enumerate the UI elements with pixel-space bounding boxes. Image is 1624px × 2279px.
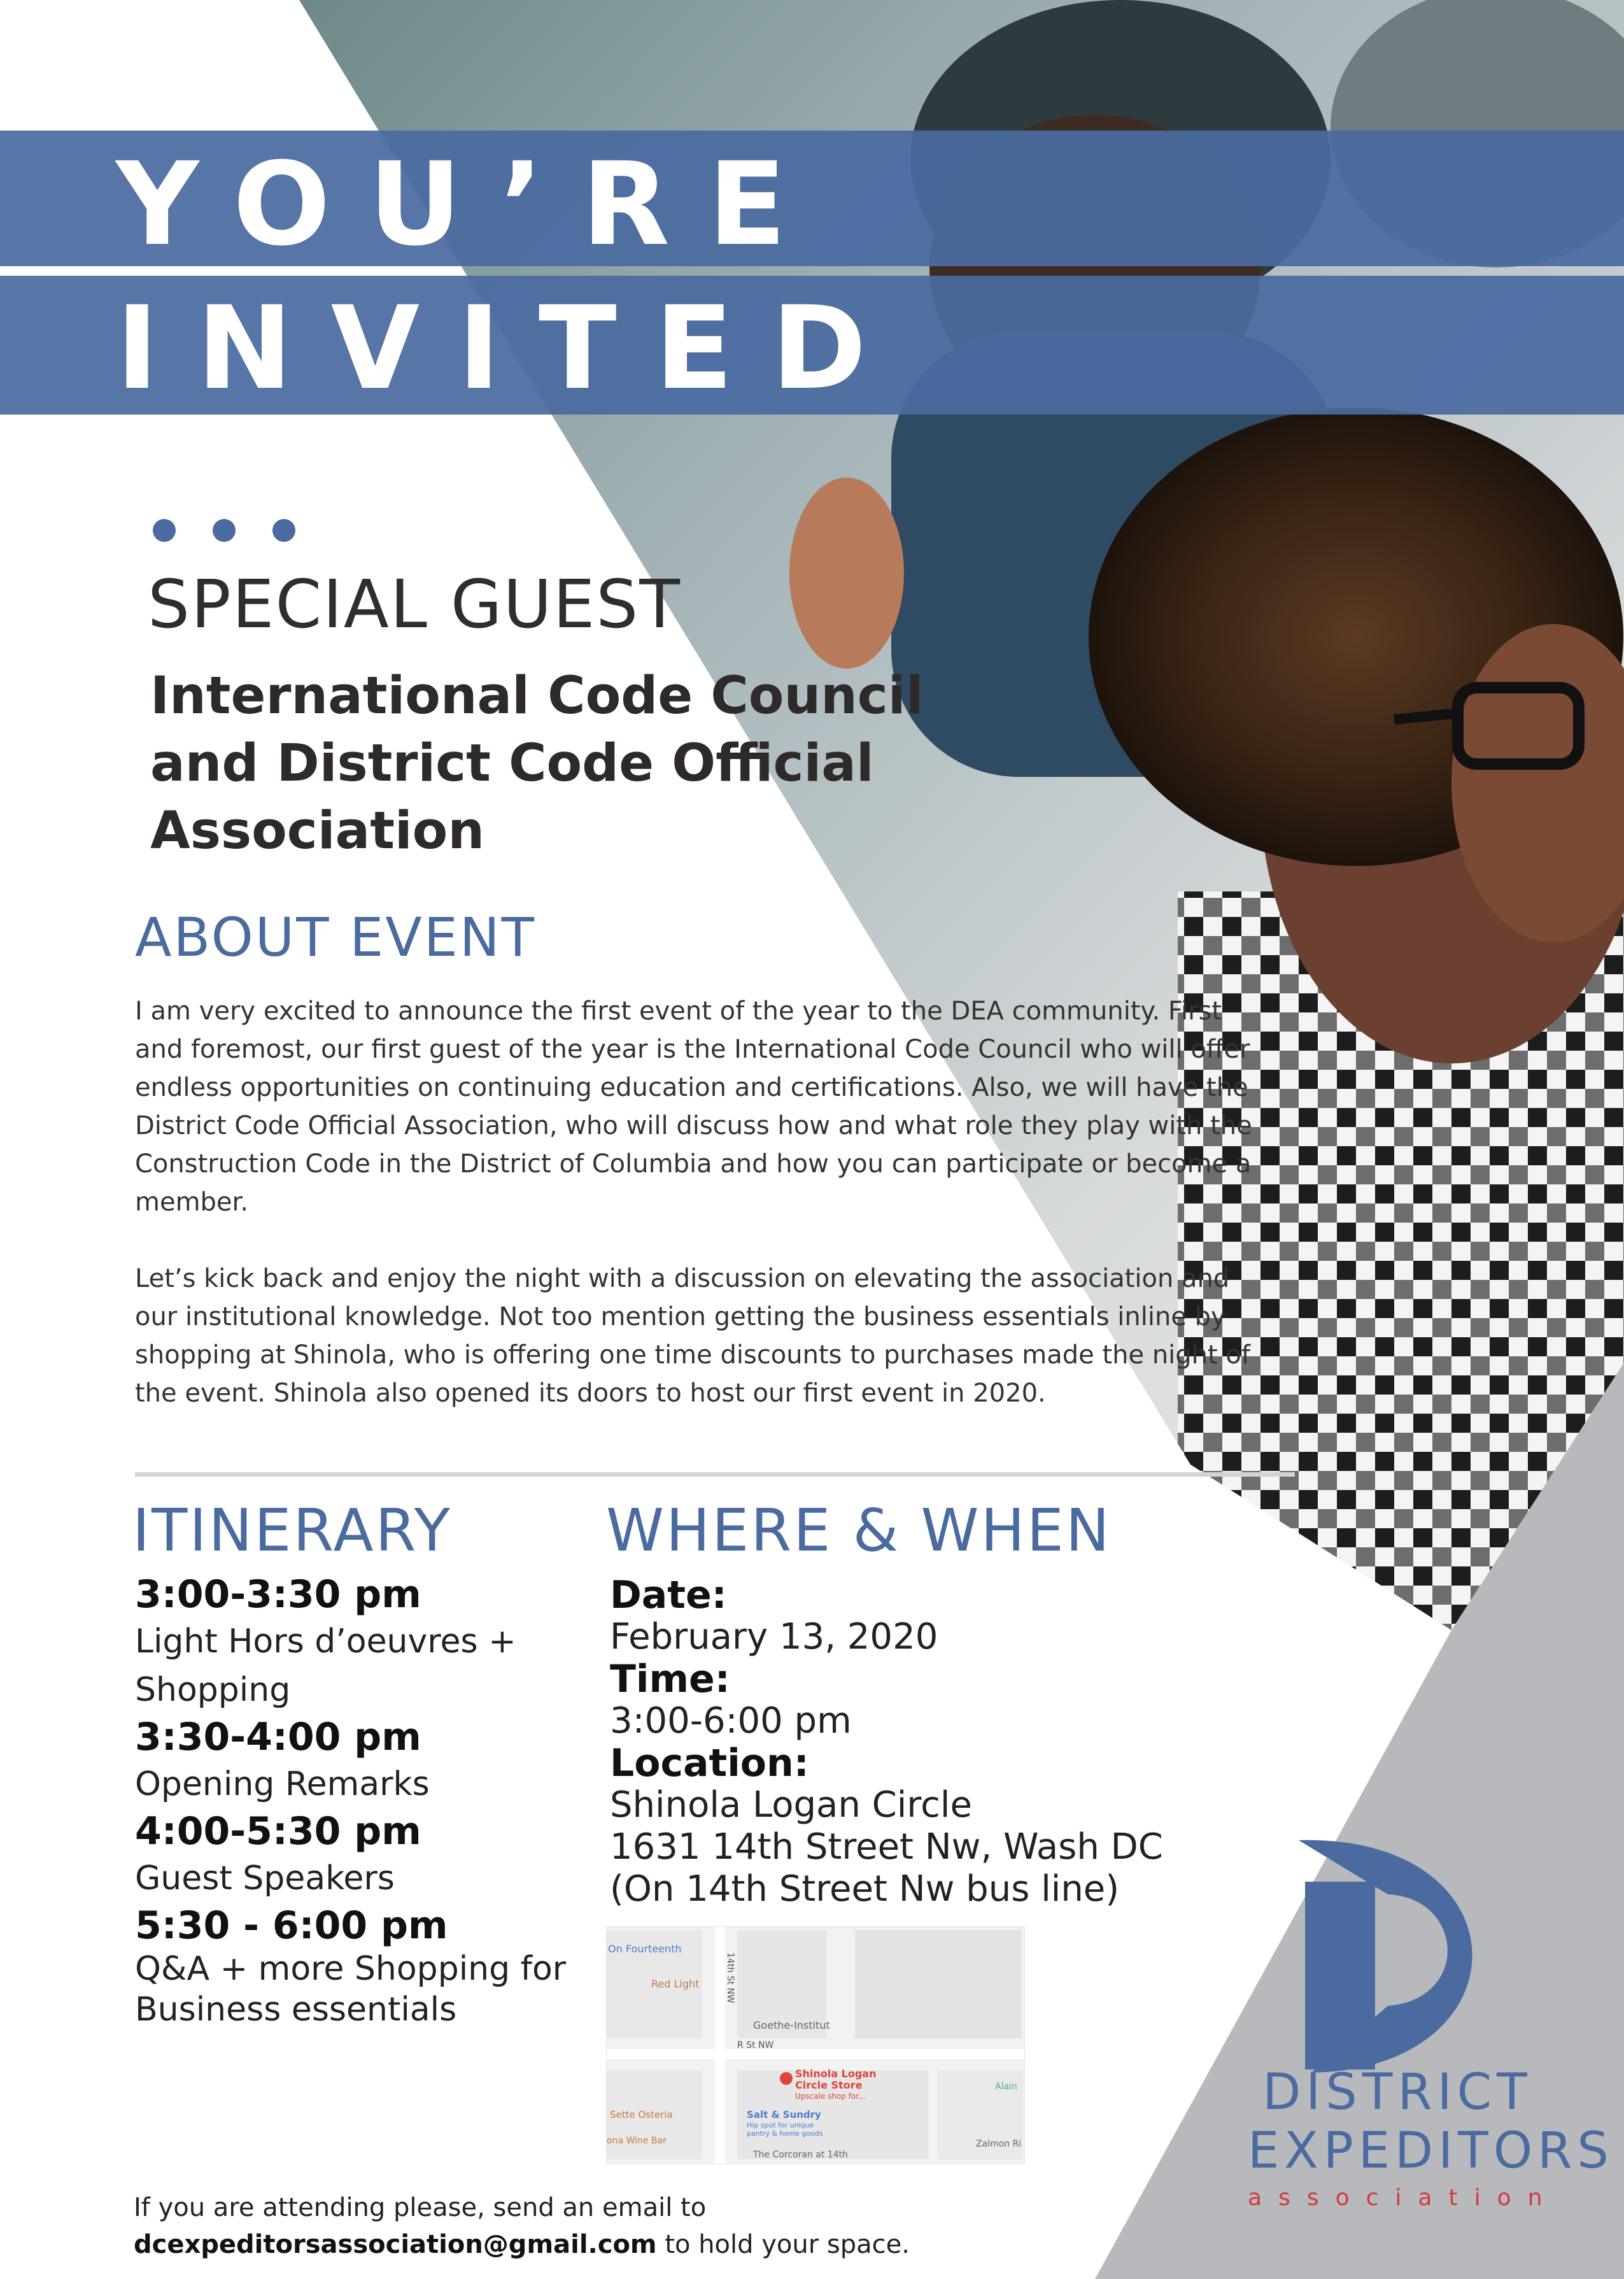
about-paragraph: Let’s kick back and enjoy the night with… (135, 1264, 1250, 1408)
time-value: 3:00-6:00 pm (610, 1700, 852, 1742)
map-label: Sette Osteria (610, 2109, 673, 2120)
map-label: R St NW (737, 2040, 773, 2050)
map-graphic: On Fourteenth Red Light 14th St NW Goeth… (607, 1927, 1024, 2164)
map-label: Alain (995, 2082, 1017, 2092)
map-label: pantry & home goods (747, 2129, 823, 2138)
map-label: Upscale shop for... (795, 2092, 866, 2101)
map-label: Circle Store (795, 2079, 863, 2091)
rsvp-email-link[interactable]: dcexpeditorsassociation@gmail.com (134, 2230, 657, 2259)
itinerary-time: 5:30 - 6:00 pm (135, 1903, 448, 1948)
transit-note: (On 14th Street Nw bus line) (610, 1868, 1120, 1910)
rsvp-line-2: dcexpeditorsassociation@gmail.com to hol… (134, 2226, 910, 2263)
dot-icon (272, 519, 295, 542)
about-paragraph: I am very excited to announce the first … (135, 997, 1252, 1217)
itinerary-time: 4:00-5:30 pm (135, 1809, 421, 1854)
map-label: ona Wine Bar (607, 2136, 667, 2146)
map-label: The Corcoran at 14th (752, 2150, 848, 2160)
itinerary-list: 3:00-3:30 pm Light Hors d’oeuvres + Shop… (135, 1572, 568, 2030)
itinerary-desc: Light Hors d’oeuvres + Shopping (135, 1622, 516, 1709)
map-label: 14th St NW (725, 1952, 735, 2003)
itinerary-desc: Guest Speakers (135, 1859, 395, 1898)
map-label: On Fourteenth (608, 1943, 681, 1955)
map-label: Zalmon Ri (976, 2139, 1021, 2149)
itinerary-heading: ITINERARY (132, 1496, 452, 1565)
itinerary-desc: Q&A + more Shopping for Business essenti… (135, 1950, 567, 2029)
logo-line-1: DISTRICT (1262, 2064, 1532, 2121)
logo-line-3: association (1248, 2185, 1559, 2211)
rsvp-line-2-rest: to hold your space. (656, 2230, 910, 2259)
date-value: February 13, 2020 (610, 1616, 938, 1658)
about-heading: ABOUT EVENT (135, 906, 536, 969)
map-label: Salt & Sundry (747, 2109, 821, 2120)
map-label: Goethe-Institut (753, 2019, 830, 2031)
where-when-heading: WHERE & WHEN (606, 1496, 1112, 1565)
location-map[interactable]: On Fourteenth Red Light 14th St NW Goeth… (606, 1926, 1025, 2164)
section-divider (135, 1472, 1295, 1477)
rsvp-note: If you are attending please, send an ema… (134, 2189, 910, 2263)
map-label: Shinola Logan (795, 2068, 876, 2080)
map-label: Red Light (651, 1978, 699, 1990)
time-label: Time: (610, 1657, 730, 1701)
special-guest-name: International Code Council and District … (150, 666, 924, 861)
itinerary-time: 3:00-3:30 pm (135, 1572, 421, 1617)
itinerary-desc: Opening Remarks (135, 1765, 430, 1803)
rsvp-line-1: If you are attending please, send an ema… (134, 2193, 707, 2222)
special-guest-heading: SPECIAL GUEST (148, 565, 681, 643)
decorative-dots (153, 519, 332, 544)
logo-line-2: EXPEDITORS (1248, 2122, 1614, 2180)
location-label: Location: (610, 1741, 809, 1786)
dot-icon (213, 519, 236, 542)
map-label: Hip spot for unique (747, 2121, 814, 2129)
banner-line-1: YOU’RE (116, 138, 825, 271)
map-pin-icon (780, 2072, 793, 2085)
location-name: Shinola Logan Circle (610, 1784, 972, 1826)
location-address: 1631 14th Street Nw, Wash DC (610, 1826, 1163, 1868)
banner-line-2: INVITED (116, 282, 905, 415)
about-body: I am very excited to announce the first … (135, 992, 1255, 1451)
dot-icon (153, 519, 176, 542)
itinerary-time: 3:30-4:00 pm (135, 1715, 421, 1759)
date-label: Date: (610, 1573, 727, 1617)
where-when-details: Date: February 13, 2020 Time: 3:00-6:00 … (610, 1574, 1246, 1910)
logo-wordmark: DISTRICT EXPEDITORS association (1248, 2063, 1614, 2216)
